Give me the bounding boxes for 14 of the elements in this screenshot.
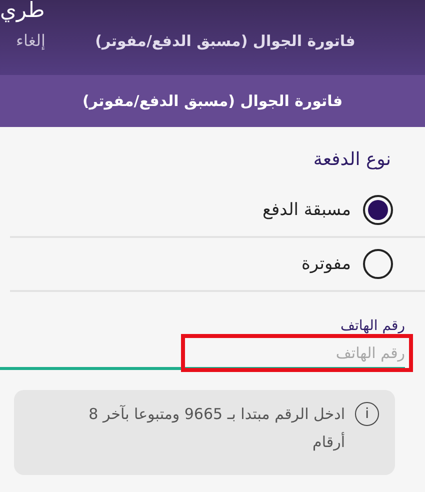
highlighted-phone-field[interactable]: رقم الهاتف bbox=[181, 334, 413, 372]
option-label: مفوترة bbox=[301, 254, 351, 274]
option-label: مسبقة الدفع bbox=[262, 200, 351, 220]
status-text: طري bbox=[0, 0, 45, 23]
field-label: رقم الهاتف bbox=[340, 318, 406, 336]
header-title: فاتورة الجوال (مسبق الدفع/مفوتر) bbox=[94, 30, 356, 50]
radio-button[interactable] bbox=[363, 249, 393, 279]
radio-button[interactable] bbox=[363, 195, 393, 225]
info-text: ادخل الرقم مبتدا بـ 9665 ومتبوعا بآخر 8 أرقام bbox=[88, 404, 345, 453]
info-icon: i bbox=[355, 402, 379, 426]
section-title: فاتورة الجوال (مسبق الدفع/مفوتر) bbox=[82, 92, 343, 110]
phone-input[interactable]: رقم الهاتف bbox=[185, 340, 409, 366]
cancel-button[interactable]: إلغاء bbox=[16, 25, 46, 50]
field-label: نوع الدفعة bbox=[312, 148, 392, 172]
